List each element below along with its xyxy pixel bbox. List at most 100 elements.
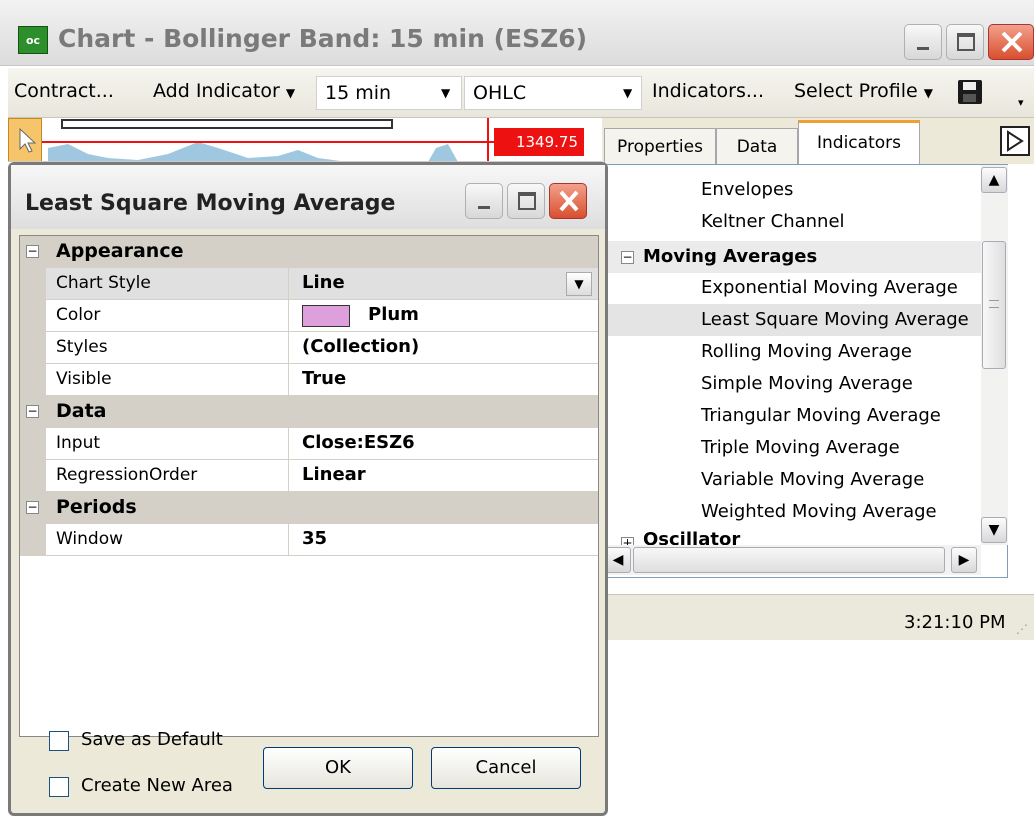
minimize-button[interactable] — [904, 24, 942, 60]
property-value: Close:ESZ6 — [302, 432, 415, 453]
maximize-button[interactable] — [946, 24, 984, 60]
overflow-chevron-icon[interactable]: ▾ — [1018, 96, 1024, 109]
dialog-close-button[interactable] — [549, 183, 587, 219]
add-indicator-label: Add Indicator — [153, 80, 280, 102]
hscroll-thumb[interactable] — [633, 547, 945, 573]
group-label: Moving Averages — [643, 246, 818, 267]
tab-indicators[interactable]: Indicators — [798, 120, 920, 164]
list-item[interactable]: Variable Moving Average — [701, 469, 924, 490]
list-item-selected[interactable]: Least Square Moving Average — [701, 309, 969, 330]
panel-toggle-icon[interactable] — [1000, 126, 1030, 156]
tree-group-moving-averages[interactable]: − Moving Averages — [603, 241, 983, 273]
property-value: (Collection) — [302, 336, 420, 357]
list-item[interactable]: Envelopes — [701, 179, 793, 200]
app-icon: oc — [18, 26, 48, 54]
chevron-down-icon: ▼ — [623, 86, 633, 100]
dialog-minimize-button[interactable] — [465, 183, 503, 219]
property-value: Plum — [368, 304, 419, 325]
property-key: Window — [56, 529, 124, 549]
ok-button[interactable]: OK — [263, 747, 413, 789]
close-icon — [559, 190, 579, 212]
property-grid: − Appearance Chart Style Line ▼ Color Pl… — [19, 235, 599, 737]
category-label: Periods — [56, 496, 137, 518]
property-key: Visible — [56, 369, 112, 389]
collapse-icon[interactable]: − — [26, 405, 39, 418]
property-row-styles[interactable]: Styles (Collection) — [20, 332, 598, 364]
property-row-regression-order[interactable]: RegressionOrder Linear — [20, 460, 598, 492]
cancel-button[interactable]: Cancel — [431, 747, 581, 789]
interval-select[interactable]: 15 min ▼ — [316, 76, 462, 110]
property-key: Chart Style — [56, 273, 151, 293]
color-swatch — [302, 305, 350, 327]
scroll-right-icon[interactable]: ▶ — [951, 547, 977, 573]
horizontal-scrollbar[interactable]: ◀ ▶ — [603, 545, 981, 575]
scroll-left-icon[interactable]: ◀ — [605, 547, 631, 573]
property-key: RegressionOrder — [56, 465, 198, 485]
group-label: Oscillator — [643, 531, 741, 545]
dialog-title: Least Square Moving Average — [25, 191, 396, 216]
property-key: Color — [56, 305, 101, 325]
property-value: True — [302, 368, 347, 389]
property-row-window[interactable]: Window 35 — [20, 524, 598, 556]
vertical-scrollbar[interactable]: ▲ ▼ — [981, 165, 1008, 545]
property-value: Line — [302, 272, 345, 293]
indicator-properties-dialog: Least Square Moving Average − Appearance… — [8, 162, 608, 816]
list-item[interactable]: Rolling Moving Average — [701, 341, 912, 362]
scroll-down-icon[interactable]: ▼ — [981, 517, 1007, 543]
category-periods[interactable]: − Periods — [20, 492, 598, 524]
property-row-color[interactable]: Color Plum — [20, 300, 598, 332]
window-title: Chart - Bollinger Band: 15 min (ESZ6) — [58, 24, 588, 53]
property-row-input[interactable]: Input Close:ESZ6 — [20, 428, 598, 460]
dialog-maximize-button[interactable] — [507, 183, 545, 219]
collapse-icon[interactable]: − — [26, 245, 39, 258]
select-profile-button[interactable]: Select Profile ▼ — [794, 80, 933, 102]
main-toolbar: Contract... Add Indicator ▼ 15 min ▼ OHL… — [8, 68, 1034, 118]
category-label: Data — [56, 400, 107, 422]
property-key: Styles — [56, 337, 108, 357]
list-item[interactable]: Simple Moving Average — [701, 373, 913, 394]
list-item[interactable]: Exponential Moving Average — [701, 277, 958, 298]
tab-properties[interactable]: Properties — [604, 128, 716, 164]
chevron-down-icon: ▼ — [923, 86, 934, 100]
list-item[interactable]: Weighted Moving Average — [701, 501, 937, 522]
property-value: 35 — [302, 528, 328, 549]
chart-type-value: OHLC — [473, 82, 527, 104]
property-row-chart-style[interactable]: Chart Style Line ▼ — [20, 268, 598, 300]
property-key: Input — [56, 433, 101, 453]
chart-type-select[interactable]: OHLC ▼ — [464, 76, 642, 110]
expand-icon[interactable]: + — [621, 537, 634, 545]
panel-tabs: Properties Data Indicators — [602, 118, 1034, 164]
property-row-visible[interactable]: Visible True — [20, 364, 598, 396]
tab-data[interactable]: Data — [716, 128, 798, 164]
list-item[interactable]: Keltner Channel — [701, 211, 845, 232]
resize-grip-icon[interactable]: ⋰ — [1016, 622, 1028, 636]
tree-group-oscillator[interactable]: + Oscillator — [603, 531, 981, 545]
chevron-down-icon[interactable]: ▼ — [566, 272, 592, 296]
save-default-checkbox[interactable] — [49, 731, 69, 751]
category-appearance[interactable]: − Appearance — [20, 236, 598, 268]
indicators-button[interactable]: Indicators... — [652, 80, 764, 102]
close-button[interactable] — [988, 24, 1034, 60]
dialog-titlebar: Least Square Moving Average — [11, 165, 605, 229]
collapse-icon[interactable]: − — [26, 501, 39, 514]
price-label: 1349.75 — [494, 128, 584, 156]
scroll-up-icon[interactable]: ▲ — [981, 167, 1007, 193]
collapse-icon[interactable]: − — [621, 251, 634, 264]
add-indicator-button[interactable]: Add Indicator ▼ — [153, 80, 295, 102]
chevron-down-icon: ▼ — [441, 86, 451, 100]
category-data[interactable]: − Data — [20, 396, 598, 428]
indicators-tree: Envelopes Keltner Channel − Moving Avera… — [602, 164, 1008, 578]
create-area-label: Create New Area — [81, 775, 233, 796]
property-value: Linear — [302, 464, 366, 485]
save-icon[interactable] — [958, 80, 982, 104]
list-item[interactable]: Triangular Moving Average — [701, 405, 941, 426]
select-profile-label: Select Profile — [794, 80, 918, 102]
status-clock: 3:21:10 PM — [904, 612, 1006, 633]
create-area-checkbox[interactable] — [49, 777, 69, 797]
save-default-label: Save as Default — [81, 729, 223, 750]
list-item[interactable]: Triple Moving Average — [701, 437, 900, 458]
contract-button[interactable]: Contract... — [14, 80, 114, 102]
interval-value: 15 min — [325, 82, 392, 104]
scroll-thumb[interactable] — [982, 241, 1006, 369]
category-label: Appearance — [56, 240, 184, 262]
